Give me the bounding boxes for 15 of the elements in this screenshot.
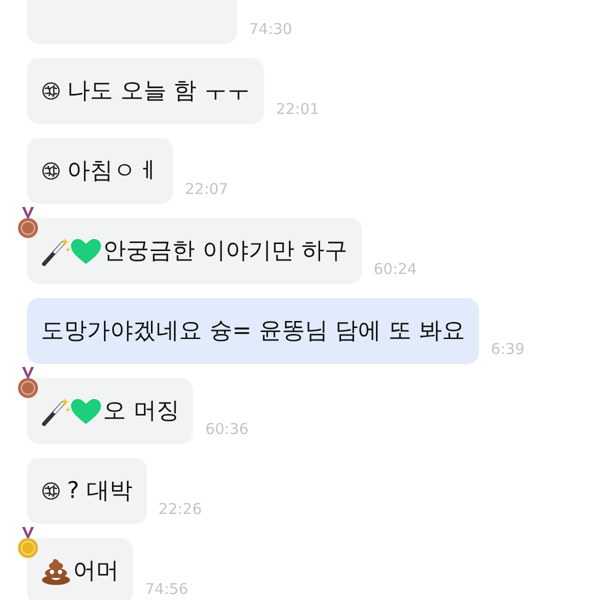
message-text: 오 머징	[103, 397, 180, 426]
message-text: 안궁금한 이야기만 하구	[103, 237, 348, 266]
message-time: 6:39	[490, 342, 525, 357]
message-time: 74:56	[145, 582, 188, 597]
message-text: 아침ㅇㅔ	[67, 157, 159, 186]
message-text: 나도 오늘 함 ㅜㅜ	[67, 77, 250, 106]
message-time: 22:01	[276, 102, 320, 117]
message-time: 22:07	[185, 182, 228, 197]
message-text: 도망가야겠네요 슝= 윤똥님 담에 또 봐요	[41, 317, 465, 346]
message-time: 74:30	[249, 22, 292, 37]
message-text: ? 대박	[67, 477, 133, 506]
message-time: 60:36	[205, 422, 249, 437]
message-text: 어머	[73, 557, 119, 586]
message-time: 22:26	[158, 502, 202, 517]
message-time: 60:24	[374, 262, 417, 277]
